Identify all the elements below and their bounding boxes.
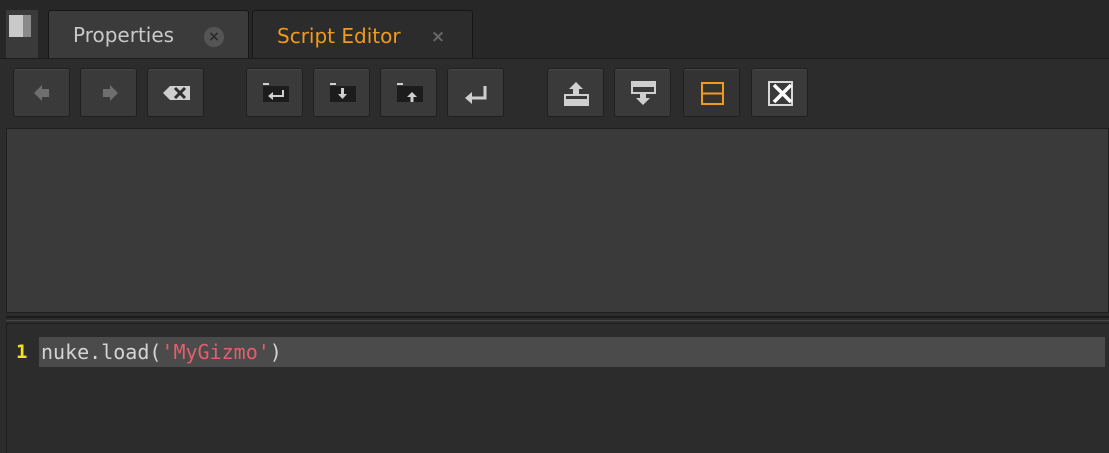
source-script-button[interactable] (246, 68, 303, 117)
show-both-icon (701, 82, 724, 105)
save-script-button[interactable] (380, 68, 437, 117)
clear-history-button[interactable] (147, 68, 204, 117)
show-both-button[interactable] (683, 68, 740, 117)
tab-script-editor-label: Script Editor (277, 23, 401, 48)
close-icon[interactable]: × (204, 27, 224, 47)
line-number: 1 (16, 341, 28, 363)
save-script-icon (397, 83, 423, 102)
code-call: nuke.load( (41, 340, 162, 364)
clear-history-icon (163, 86, 190, 100)
script-editor-window: Properties × Script Editor × 1 nuke.load… (0, 0, 1109, 453)
script-output-pane[interactable] (6, 128, 1109, 313)
load-script-icon (330, 83, 356, 102)
run-script-icon (465, 86, 487, 104)
show-input-only-icon (564, 82, 589, 106)
source-script-icon (263, 83, 289, 102)
tab-bar: Properties × Script Editor × (0, 0, 1109, 60)
code-string-literal: 'MyGizmo' (161, 340, 270, 364)
pane-splitter[interactable] (0, 313, 1109, 323)
show-input-only-button[interactable] (547, 68, 604, 117)
tab-properties[interactable]: Properties × (48, 10, 249, 58)
show-output-only-button[interactable] (614, 68, 671, 117)
close-icon[interactable]: × (428, 27, 448, 47)
code-line[interactable]: nuke.load('MyGizmo') (41, 339, 282, 365)
code-close-paren: ) (269, 340, 282, 364)
show-output-only-icon (631, 81, 656, 105)
tab-script-editor[interactable]: Script Editor × (252, 10, 473, 60)
clear-output-icon (768, 81, 793, 106)
next-script-icon (103, 85, 118, 101)
pane-menu-icon[interactable] (6, 10, 38, 58)
previous-script-icon (34, 85, 49, 101)
previous-script-button[interactable] (13, 68, 70, 117)
load-script-button[interactable] (313, 68, 370, 117)
script-editor-toolbar (0, 58, 1109, 126)
clear-output-button[interactable] (751, 68, 808, 117)
run-script-button[interactable] (447, 68, 504, 117)
tab-properties-label: Properties (73, 22, 175, 47)
script-input-pane[interactable]: 1 nuke.load('MyGizmo') (6, 323, 1109, 453)
next-script-button[interactable] (80, 68, 137, 117)
